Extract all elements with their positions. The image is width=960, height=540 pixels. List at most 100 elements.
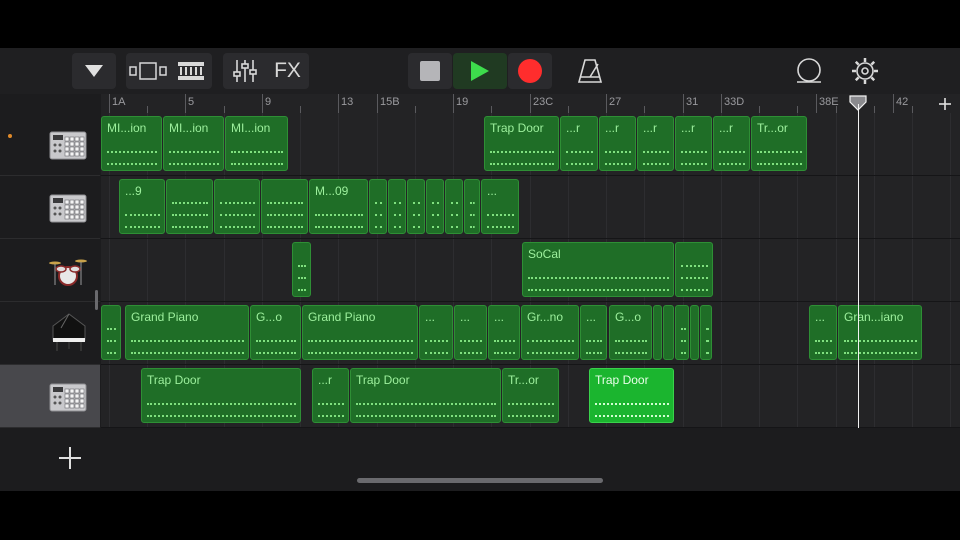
note-pattern: [147, 403, 296, 407]
record-button[interactable]: [508, 53, 552, 89]
midi-region[interactable]: Trap Door: [589, 368, 674, 423]
track-header-drum-machine-3[interactable]: [0, 365, 100, 428]
midi-region[interactable]: ...r: [599, 116, 636, 171]
plus-icon: [59, 447, 81, 469]
midi-region[interactable]: Trap Door: [350, 368, 501, 423]
midi-region[interactable]: [369, 179, 387, 234]
playhead[interactable]: [858, 104, 859, 428]
note-pattern: [706, 352, 707, 356]
midi-region[interactable]: Trap Door: [484, 116, 559, 171]
note-pattern: [528, 289, 669, 293]
note-pattern: [706, 328, 707, 332]
grid-view-icon: [128, 62, 167, 80]
note-pattern: [566, 163, 593, 167]
midi-region[interactable]: [388, 179, 406, 234]
midi-region[interactable]: [663, 305, 674, 360]
ruler-bar-label: 31: [686, 96, 699, 108]
note-pattern: [432, 202, 439, 206]
midi-region[interactable]: MI...ion: [163, 116, 224, 171]
midi-region[interactable]: Grand Piano: [125, 305, 249, 360]
tracks-area[interactable]: MI...ion MI...ion MI...ion Trap Door ...r...…: [101, 113, 960, 428]
fx-button[interactable]: FX: [266, 53, 309, 89]
add-track-button[interactable]: [55, 443, 85, 473]
mixer-button[interactable]: [223, 53, 266, 89]
midi-region[interactable]: SoCal: [522, 242, 674, 297]
track-lane-drums[interactable]: SoCal: [101, 239, 960, 302]
midi-region[interactable]: [675, 305, 689, 360]
ruler-tick: [912, 106, 913, 113]
midi-region[interactable]: ...r: [312, 368, 349, 423]
midi-region[interactable]: ...r: [560, 116, 598, 171]
note-pattern: [298, 277, 306, 281]
note-pattern: [267, 202, 303, 206]
note-pattern: [595, 415, 669, 419]
note-pattern: [470, 202, 475, 206]
play-button[interactable]: [453, 53, 507, 89]
midi-region[interactable]: [292, 242, 311, 297]
track-lane-drum-machine-3[interactable]: Trap Door ...r Trap Door Tr...or Trap Door: [101, 365, 960, 428]
add-section-button[interactable]: [930, 94, 960, 113]
note-pattern: [615, 340, 647, 344]
note-pattern: [643, 163, 669, 167]
midi-region[interactable]: [426, 179, 444, 234]
region-label: ...: [815, 310, 826, 324]
region-label: ...9: [125, 184, 142, 198]
midi-region[interactable]: ...: [481, 179, 519, 234]
stop-button[interactable]: [408, 53, 452, 89]
midi-region[interactable]: MI...ion: [225, 116, 288, 171]
midi-region[interactable]: [464, 179, 480, 234]
metronome-button[interactable]: [576, 57, 604, 85]
horizontal-scrollbar[interactable]: [357, 478, 603, 483]
track-lane-piano[interactable]: Grand Piano G...o Grand Piano......... Gr..…: [101, 302, 960, 365]
vertical-scrollbar[interactable]: [95, 290, 98, 310]
track-header-piano[interactable]: [0, 302, 100, 365]
midi-region[interactable]: [700, 305, 712, 360]
midi-region[interactable]: Trap Door: [141, 368, 301, 423]
midi-region[interactable]: ...9: [119, 179, 165, 234]
track-lane-drum-machine[interactable]: MI...ion MI...ion MI...ion Trap Door ...r...…: [101, 113, 960, 176]
midi-region[interactable]: Gran...iano: [838, 305, 922, 360]
midi-region[interactable]: Tr...or: [502, 368, 559, 423]
region-label: ...r: [566, 121, 580, 135]
midi-region[interactable]: Gr...no: [521, 305, 579, 360]
midi-region[interactable]: [445, 179, 463, 234]
note-pattern: [375, 226, 382, 230]
track-lane-drum-machine-2[interactable]: ...9 M...09...: [101, 176, 960, 239]
midi-region[interactable]: G...o: [250, 305, 301, 360]
region-label: Gran...iano: [844, 310, 904, 324]
note-pattern: [413, 214, 420, 218]
midi-region[interactable]: G...o: [609, 305, 652, 360]
browser-dropdown-button[interactable]: [72, 53, 116, 89]
track-header-drums[interactable]: [0, 239, 100, 302]
midi-region[interactable]: ...: [580, 305, 607, 360]
midi-region[interactable]: [101, 305, 121, 360]
midi-region[interactable]: ...: [454, 305, 487, 360]
midi-region[interactable]: [261, 179, 308, 234]
midi-region[interactable]: [407, 179, 425, 234]
track-header-drum-machine-2[interactable]: [0, 176, 100, 239]
midi-region[interactable]: ...: [488, 305, 520, 360]
midi-region[interactable]: [690, 305, 699, 360]
midi-region[interactable]: MI...ion: [101, 116, 162, 171]
midi-region[interactable]: ...r: [713, 116, 750, 171]
live-loops-view-button[interactable]: [126, 53, 169, 89]
midi-region[interactable]: [675, 242, 713, 297]
midi-region[interactable]: [214, 179, 260, 234]
midi-region[interactable]: [166, 179, 213, 234]
midi-region[interactable]: ...: [809, 305, 837, 360]
timeline-ruler[interactable]: 1A 5 9 13 15B 19 23C 27 31 33D 38E 42: [101, 94, 960, 113]
midi-region[interactable]: Tr...or: [751, 116, 807, 171]
midi-region[interactable]: [653, 305, 662, 360]
loop-browser-button[interactable]: [795, 57, 823, 85]
midi-region[interactable]: ...r: [675, 116, 712, 171]
tracks-view-button[interactable]: [169, 53, 212, 89]
midi-region[interactable]: ...r: [637, 116, 674, 171]
settings-button[interactable]: [851, 57, 879, 85]
drum-machine-icon: [49, 129, 87, 161]
midi-region[interactable]: M...09: [309, 179, 368, 234]
garageband-window: FX 1A 5 9 13 15B 19 23C 27 31 33D 38E 42 MI...ion MI…: [0, 48, 960, 491]
midi-region[interactable]: ...: [419, 305, 453, 360]
midi-region[interactable]: Grand Piano: [302, 305, 418, 360]
track-header-drum-machine[interactable]: [0, 113, 100, 176]
note-pattern: [451, 214, 458, 218]
